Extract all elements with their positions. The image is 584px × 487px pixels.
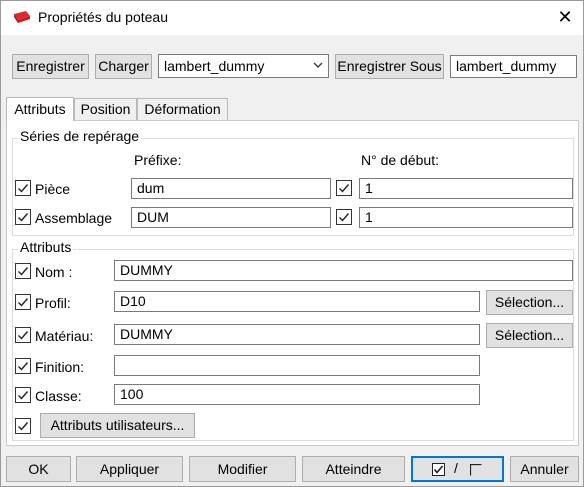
profile-select-button[interactable]: Sélection... — [486, 290, 573, 315]
preset-select-value: lambert_dummy — [164, 58, 265, 74]
part-prefix-input[interactable]: dum — [131, 178, 331, 199]
checkmark-icon — [18, 213, 29, 222]
checkmark-icon — [18, 184, 29, 193]
save-as-button[interactable]: Enregistrer Sous — [335, 54, 444, 79]
name-checkbox[interactable] — [15, 263, 31, 279]
save-as-name-input[interactable]: lambert_dummy — [450, 55, 577, 78]
get-button[interactable]: Atteindre — [302, 456, 405, 482]
checkmark-icon — [339, 184, 350, 193]
material-checkbox[interactable] — [15, 327, 31, 343]
cancel-button[interactable]: Annuler — [510, 456, 579, 482]
start-number-header: N° de début: — [361, 152, 439, 168]
name-label: Nom : — [35, 264, 73, 280]
chevron-down-icon — [313, 62, 323, 68]
profile-input[interactable]: D10 — [114, 291, 480, 312]
save-button[interactable]: Enregistrer — [12, 54, 89, 79]
material-input[interactable]: DUMMY — [114, 324, 480, 345]
assembly-start-checkbox[interactable] — [336, 209, 352, 225]
part-label: Pièce — [35, 181, 71, 197]
material-label: Matériau: — [35, 328, 94, 344]
prefix-header: Préfixe: — [134, 152, 182, 168]
user-attributes-button[interactable]: Attributs utilisateurs... — [40, 413, 195, 438]
toggle-separator: / — [454, 460, 458, 476]
load-button[interactable]: Charger — [95, 54, 152, 79]
unchecked-box-icon — [470, 464, 482, 476]
class-label: Classe: — [35, 388, 82, 404]
red-component-icon — [14, 11, 30, 23]
tab-attributes[interactable]: Attributs — [6, 97, 74, 121]
name-input[interactable]: DUMMY — [114, 260, 573, 281]
tab-position[interactable]: Position — [74, 98, 137, 120]
part-start-checkbox[interactable] — [336, 180, 352, 196]
ok-button[interactable]: OK — [6, 456, 71, 482]
checkmark-icon — [18, 267, 29, 276]
toggle-all-checkboxes-button[interactable]: / — [411, 456, 504, 482]
assembly-prefix-input[interactable]: DUM — [131, 207, 331, 228]
profile-checkbox[interactable] — [15, 294, 31, 310]
checkmark-icon — [18, 298, 29, 307]
assembly-start-input[interactable]: 1 — [359, 207, 573, 228]
finish-label: Finition: — [35, 359, 85, 375]
checkmark-icon — [18, 362, 29, 371]
column-properties-dialog: Propriétés du poteau ✕ Enregistrer Charg… — [0, 0, 584, 487]
window-title: Propriétés du poteau — [38, 9, 168, 25]
part-checkbox[interactable] — [15, 180, 31, 196]
checked-box-icon — [432, 463, 445, 476]
numbering-group-title: Séries de repérage — [18, 128, 142, 144]
title-bar: Propriétés du poteau ✕ — [1, 1, 583, 35]
checkmark-icon — [18, 422, 29, 431]
user-attributes-checkbox[interactable] — [15, 418, 31, 434]
assembly-checkbox[interactable] — [15, 209, 31, 225]
checkmark-icon — [18, 391, 29, 400]
class-checkbox[interactable] — [15, 387, 31, 403]
part-start-input[interactable]: 1 — [359, 178, 573, 199]
class-input[interactable]: 100 — [114, 384, 480, 405]
profile-label: Profil: — [35, 295, 71, 311]
attributes-group-title: Attributs — [18, 239, 74, 255]
assembly-label: Assemblage — [35, 210, 113, 226]
close-icon[interactable]: ✕ — [553, 5, 577, 29]
modify-button[interactable]: Modifier — [189, 456, 296, 482]
finish-input[interactable] — [114, 355, 480, 376]
apply-button[interactable]: Appliquer — [76, 456, 183, 482]
tab-deformation[interactable]: Déformation — [137, 98, 228, 120]
checkmark-icon — [339, 213, 350, 222]
checkmark-icon — [18, 331, 29, 340]
preset-select[interactable]: lambert_dummy — [158, 54, 329, 78]
material-select-button[interactable]: Sélection... — [486, 323, 573, 348]
finish-checkbox[interactable] — [15, 358, 31, 374]
